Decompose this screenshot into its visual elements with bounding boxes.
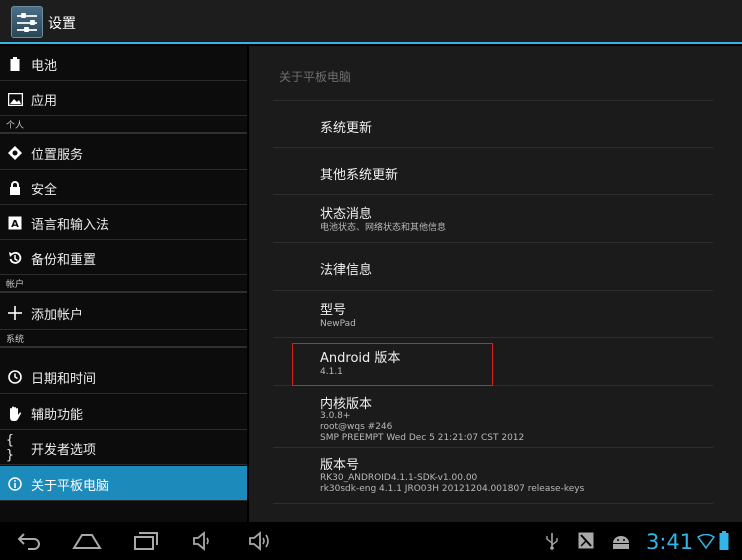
sidebar-item-security[interactable]: 安全 (0, 170, 247, 205)
back-icon[interactable] (16, 530, 42, 555)
clock-icon (6, 368, 24, 386)
navigation-bar: 3:41 (0, 522, 742, 560)
setting-title: 版本号 (320, 458, 360, 473)
apps-icon (6, 90, 24, 108)
setting-summary: root@wqs #246 (320, 422, 393, 432)
svg-text:A: A (11, 219, 19, 230)
lock-icon (6, 179, 24, 197)
section-header-accounts: 帐户 (0, 275, 247, 293)
setting-title: 内核版本 (320, 397, 373, 412)
android-debug-icon (611, 533, 631, 554)
sidebar-item-label: 电池 (31, 59, 58, 74)
setting-summary: SMP PREEMPT Wed Dec 5 21:21:07 CST 2012 (320, 433, 525, 443)
setting-title: 型号 (320, 303, 347, 318)
action-bar: 设置 (0, 0, 742, 44)
info-icon (6, 475, 24, 493)
sidebar-item-about-tablet[interactable]: 关于平板电脑 (0, 466, 247, 501)
sidebar-item-backup[interactable]: 备份和重置 (0, 240, 247, 275)
battery-icon (6, 55, 24, 73)
home-icon[interactable] (72, 532, 102, 555)
section-header-label: 帐户 (6, 280, 25, 290)
setting-title: 系统更新 (320, 121, 373, 136)
sidebar-item-label: 辅助功能 (31, 408, 84, 423)
setting-model: 型号 NewPad (273, 290, 713, 337)
sidebar-item-language[interactable]: A 语言和输入法 (0, 205, 247, 240)
setting-status[interactable]: 状态消息 电池状态、网络状态和其他信息 (273, 194, 713, 242)
sidebar-item-label: 位置服务 (31, 148, 84, 163)
setting-legal-info[interactable]: 法律信息 (273, 242, 713, 290)
list-divider (273, 503, 713, 504)
sidebar-item-label: 添加帐户 (31, 308, 84, 323)
hand-icon (6, 404, 24, 422)
setting-summary: NewPad (320, 319, 356, 329)
sidebar-item-label: 开发者选项 (31, 443, 97, 458)
setting-kernel-version: 内核版本 3.0.8+ root@wqs #246 SMP PREEMPT We… (273, 385, 713, 447)
sidebar-item-label: 应用 (31, 94, 58, 109)
sidebar-item-developer-options[interactable]: { } 开发者选项 (0, 430, 247, 465)
about-tablet-pane: 关于平板电脑 系统更新 其他系统更新 状态消息 电池状态、网络状态和其他信息 法… (249, 46, 742, 522)
setting-other-system-updates[interactable]: 其他系统更新 (273, 147, 713, 194)
battery-status-icon (719, 531, 729, 555)
backup-icon (6, 249, 24, 267)
page-title: 设置 (48, 16, 76, 32)
setting-summary: RK30_ANDROID4.1.1-SDK-v1.00.00 (320, 473, 478, 483)
setting-build-number[interactable]: 版本号 RK30_ANDROID4.1.1-SDK-v1.00.00 rk30s… (273, 447, 713, 503)
setting-title: 法律信息 (320, 263, 373, 278)
setting-summary: 电池状态、网络状态和其他信息 (320, 223, 447, 233)
sidebar-item-label: 日期和时间 (31, 372, 97, 387)
highlight-box (292, 343, 493, 386)
sidebar-item-label: 关于平板电脑 (31, 479, 110, 494)
settings-sliders-icon[interactable] (11, 6, 43, 38)
status-clock: 3:41 (646, 530, 694, 554)
section-header-label: 个人 (6, 121, 25, 131)
sidebar-item-label: 语言和输入法 (31, 218, 110, 233)
setting-system-update[interactable]: 系统更新 (273, 100, 713, 147)
settings-sidebar: 电池 应用 个人 位置服务 安全 A 语言和输入法 备份和重置 帐户 添加帐户 … (0, 46, 247, 522)
sidebar-item-apps[interactable]: 应用 (0, 81, 247, 116)
sidebar-item-date-time[interactable]: 日期和时间 (0, 359, 247, 394)
setting-title: 其他系统更新 (320, 168, 399, 183)
usb-icon (545, 532, 559, 555)
volume-up-icon[interactable] (248, 531, 274, 556)
sidebar-item-add-account[interactable]: 添加帐户 (0, 295, 247, 330)
location-icon (6, 144, 24, 162)
sidebar-item-battery[interactable]: 电池 (0, 46, 247, 81)
sidebar-item-label: 安全 (31, 183, 58, 198)
sidebar-item-location[interactable]: 位置服务 (0, 135, 247, 170)
section-header-system: 系统 (0, 330, 247, 348)
braces-icon: { } (6, 433, 14, 463)
section-header-label: 系统 (6, 335, 25, 345)
recent-apps-icon[interactable] (133, 531, 159, 556)
volume-down-icon[interactable] (192, 531, 214, 556)
screenshot-icon (578, 532, 594, 554)
sidebar-item-accessibility[interactable]: 辅助功能 (0, 395, 247, 430)
setting-summary: rk30sdk-eng 4.1.1 JRO03H 20121204.001807… (320, 484, 585, 494)
pane-title: 关于平板电脑 (279, 70, 352, 84)
setting-title: 状态消息 (320, 207, 373, 222)
wifi-icon (696, 533, 716, 554)
keyboard-icon: A (6, 214, 24, 232)
sidebar-item-label: 备份和重置 (31, 253, 97, 268)
section-header-personal: 个人 (0, 116, 247, 134)
setting-summary: 3.0.8+ (320, 411, 351, 421)
add-icon (6, 304, 24, 322)
